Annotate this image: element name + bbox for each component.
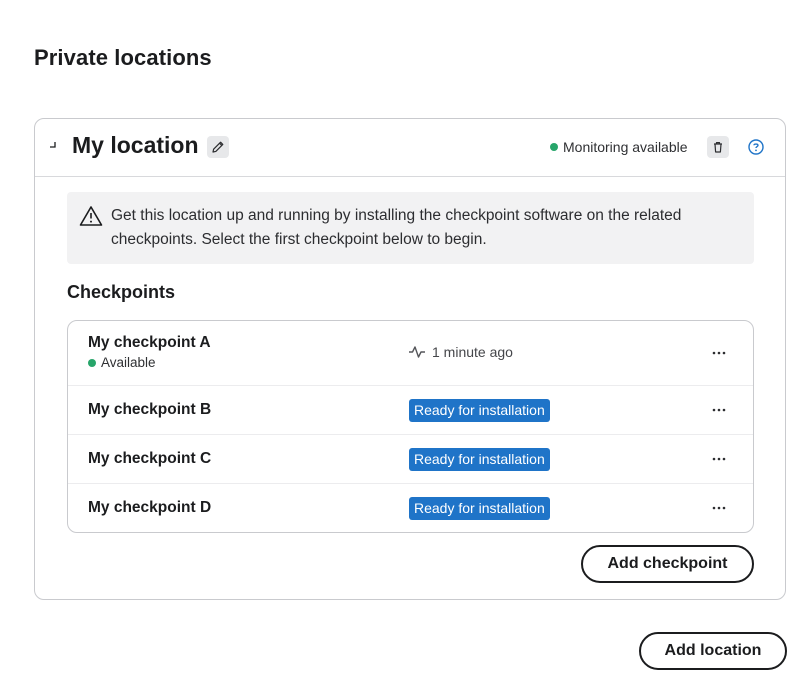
checkpoint-row[interactable]: My checkpoint D Ready for installation xyxy=(68,484,753,532)
collapse-icon[interactable] xyxy=(47,138,59,154)
checkpoint-name: My checkpoint A xyxy=(88,334,211,351)
checkpoints-heading: Checkpoints xyxy=(67,282,176,302)
help-button[interactable] xyxy=(746,137,766,157)
last-activity: 1 minute ago xyxy=(408,344,513,360)
more-horizontal-icon xyxy=(712,457,726,461)
edit-location-button[interactable] xyxy=(207,136,229,158)
location-header: My location Monitoring available xyxy=(35,119,785,177)
location-card: My location Monitoring available Get thi… xyxy=(34,118,786,600)
ready-badge: Ready for installation xyxy=(409,448,550,471)
checkpoint-row[interactable]: My checkpoint A Available 1 minute ago xyxy=(68,321,753,386)
installation-alert: Get this location up and running by inst… xyxy=(67,192,754,264)
activity-icon xyxy=(409,346,425,358)
pencil-icon xyxy=(212,141,224,153)
checkpoint-row[interactable]: My checkpoint B Ready for installation xyxy=(68,386,753,435)
status-dot xyxy=(550,143,558,151)
checkpoint-row[interactable]: My checkpoint C Ready for installation xyxy=(68,435,753,484)
row-actions-button[interactable] xyxy=(708,342,730,364)
help-icon xyxy=(748,139,764,155)
row-actions-button[interactable] xyxy=(708,497,730,519)
checkpoint-name: My checkpoint D xyxy=(88,499,212,516)
last-activity-label: 1 minute ago xyxy=(432,344,513,360)
more-horizontal-icon xyxy=(712,506,726,510)
status-dot xyxy=(88,358,96,367)
warning-icon xyxy=(79,205,103,227)
monitoring-status: Monitoring available xyxy=(550,139,688,155)
checkpoint-status-label: Available xyxy=(101,355,156,370)
ready-badge: Ready for installation xyxy=(409,399,550,422)
row-actions-button[interactable] xyxy=(708,448,730,470)
add-checkpoint-button[interactable]: Add checkpoint xyxy=(581,545,754,583)
more-horizontal-icon xyxy=(712,351,726,355)
checkpoint-status: Available xyxy=(88,355,156,370)
more-horizontal-icon xyxy=(712,408,726,412)
checkpoint-name: My checkpoint B xyxy=(88,401,212,418)
row-actions-button[interactable] xyxy=(708,399,730,421)
trash-icon xyxy=(714,142,722,153)
checkpoint-name: My checkpoint C xyxy=(88,450,212,467)
checkpoints-table: My checkpoint A Available 1 minute ago M… xyxy=(67,320,754,533)
alert-text: Get this location up and running by inst… xyxy=(111,207,682,248)
location-name: My location xyxy=(72,132,199,158)
page-title: Private locations xyxy=(34,45,212,70)
add-location-button[interactable]: Add location xyxy=(639,632,787,670)
delete-location-button[interactable] xyxy=(707,136,729,158)
ready-badge: Ready for installation xyxy=(409,497,550,520)
monitoring-status-label: Monitoring available xyxy=(563,139,688,155)
